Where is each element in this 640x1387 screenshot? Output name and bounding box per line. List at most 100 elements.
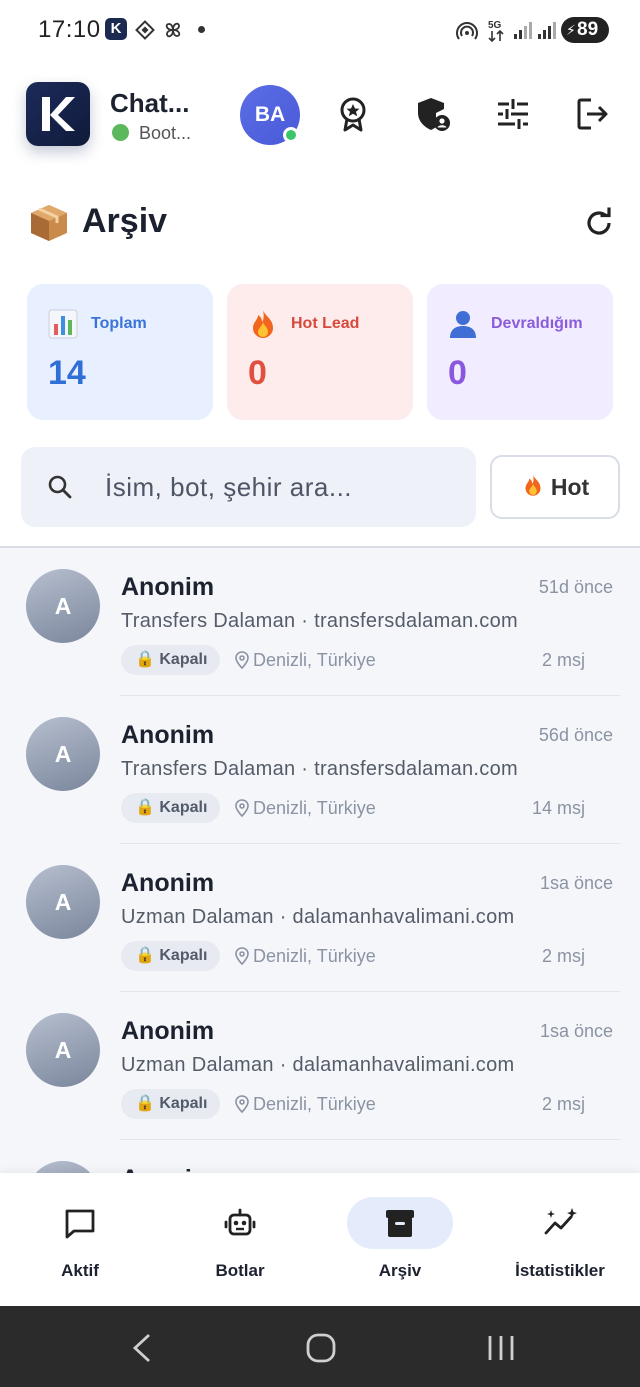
status-badge: 🔒 Kapalı	[121, 793, 221, 823]
list-item[interactable]: A Anonim 1sa önce Uzman Dalaman · dalama…	[0, 992, 640, 1140]
diamond-icon	[135, 20, 155, 40]
status-badge: 🔒 Kapalı	[121, 1089, 221, 1119]
list-item[interactable]: A Anonim 51d önce Transfers Dalaman · tr…	[0, 548, 640, 696]
stat-value: 0	[248, 354, 267, 392]
message-count: 2 msj	[541, 1094, 585, 1114]
online-status-dot	[283, 127, 299, 143]
refresh-icon	[587, 207, 611, 235]
contact-name: Anonim	[121, 1165, 214, 1173]
status-bar: 17:10 K 5G ⚡ 89	[0, 0, 640, 60]
award-badge-icon	[340, 97, 366, 132]
location: Denizli, Türkiye	[235, 946, 376, 967]
logout-icon	[577, 98, 608, 130]
bar-chart-icon	[47, 308, 79, 345]
message-count: 2 msj	[541, 946, 585, 966]
location-text: Denizli, Türkiye	[253, 1094, 376, 1114]
status-text: Kapalı	[159, 1095, 208, 1112]
message-count: 2 msj	[541, 650, 585, 670]
search-icon	[48, 475, 72, 499]
bot-selector[interactable]: Boot...	[112, 123, 191, 144]
archive-box-icon	[386, 1210, 414, 1237]
list-item[interactable]: A Anonim 56d önce Transfers Dalaman · tr…	[0, 696, 640, 844]
bot-domain: Uzman Dalaman · dalamanhavalimani.com	[121, 1054, 515, 1076]
stat-label: Hot Lead	[291, 315, 360, 332]
logout-button[interactable]	[573, 94, 613, 134]
hot-filter-button[interactable]: Hot	[490, 455, 620, 519]
avatar: A	[26, 1161, 100, 1173]
search-input[interactable]	[105, 467, 455, 507]
message-count: 14 msj	[531, 798, 585, 818]
system-navigation-bar	[0, 1306, 640, 1387]
list-item[interactable]: A Anonim 1sa önce Uzman Dalaman · dalama…	[0, 844, 640, 992]
location-text: Denizli, Türkiye	[253, 946, 376, 966]
pinwheel-icon	[165, 22, 181, 38]
refresh-button[interactable]	[582, 206, 616, 245]
nav-icon-wrap-active	[347, 1197, 453, 1249]
status-badge: 🔒 Kapalı	[121, 645, 221, 675]
avatar: A	[26, 569, 100, 643]
nav-item-istatistikler[interactable]: İstatistikler	[480, 1173, 640, 1306]
status-badge: 🔒 Kapalı	[121, 941, 221, 971]
signal-strength-icon	[514, 22, 532, 39]
back-icon[interactable]	[130, 1333, 154, 1363]
app-logo[interactable]	[26, 82, 90, 146]
nav-label: İstatistikler	[515, 1261, 605, 1280]
stat-card-hot-lead[interactable]: Hot Lead 0	[227, 284, 413, 420]
stat-card-taken-over[interactable]: Devraldığım 0	[427, 284, 613, 420]
badge-award-button[interactable]	[333, 94, 373, 134]
contact-name: Anonim	[121, 721, 215, 749]
search-box[interactable]	[21, 447, 476, 527]
nav-item-botlar[interactable]: Botlar	[160, 1173, 320, 1306]
nav-item-aktif[interactable]: Aktif	[0, 1173, 160, 1306]
nav-label: Aktif	[61, 1261, 99, 1280]
timestamp: 1sa önce	[539, 1021, 613, 1041]
user-initials: BA	[254, 103, 286, 126]
location-pin-icon	[235, 1095, 249, 1114]
avatar: A	[26, 865, 100, 939]
nav-icon-wrap	[205, 1197, 275, 1249]
nav-item-arsiv[interactable]: Arşiv	[320, 1173, 480, 1306]
nav-label: Botlar	[215, 1261, 265, 1280]
location-pin-icon	[235, 799, 249, 818]
contact-name: Anonim	[121, 869, 215, 897]
status-text: Kapalı	[159, 947, 208, 964]
lock-icon: 🔒	[135, 947, 155, 964]
bottom-nav: Aktif Botlar Arşiv İstatistikler	[0, 1173, 640, 1306]
stat-label: Toplam	[91, 315, 147, 332]
stat-card-total[interactable]: Toplam 14	[27, 284, 213, 420]
admin-shield-button[interactable]	[413, 94, 453, 134]
location-pin-icon	[235, 651, 249, 670]
home-icon[interactable]	[305, 1333, 337, 1363]
bot-domain: Transfers Dalaman · transfersdalaman.com	[121, 758, 518, 780]
battery-level: 89	[577, 19, 599, 40]
status-time: 17:10	[38, 16, 101, 43]
list-item[interactable]: A Anonim	[0, 1140, 640, 1173]
recents-icon[interactable]	[486, 1334, 516, 1362]
stat-label: Devraldığım	[491, 315, 583, 332]
page-title: Arşiv	[82, 202, 168, 240]
bot-status-label: Boot...	[139, 123, 192, 143]
contact-name: Anonim	[121, 573, 215, 601]
location-text: Denizli, Türkiye	[253, 798, 376, 818]
nav-icon-wrap	[45, 1197, 115, 1249]
filter-settings-button[interactable]	[493, 94, 533, 134]
svg-text:5G: 5G	[488, 20, 502, 31]
package-icon	[28, 202, 70, 249]
nav-label: Arşiv	[378, 1261, 422, 1280]
lock-icon: 🔒	[135, 1095, 155, 1112]
location: Denizli, Türkiye	[235, 1094, 376, 1115]
app-header: Chat... Boot... BA	[0, 60, 640, 180]
hotspot-icon	[456, 22, 478, 40]
hot-filter-label: Hot	[550, 474, 590, 500]
location-pin-icon	[235, 947, 249, 966]
avatar: A	[26, 717, 100, 791]
app-name: Chat...	[110, 88, 190, 118]
conversation-list[interactable]: A Anonim 51d önce Transfers Dalaman · tr…	[0, 548, 640, 1173]
user-avatar[interactable]: BA	[240, 85, 300, 145]
battery-indicator: ⚡ 89	[561, 17, 609, 43]
bot-domain: Transfers Dalaman · transfersdalaman.com	[121, 610, 518, 632]
page-title-row: Arşiv	[0, 196, 640, 256]
stats-sparkle-icon	[544, 1208, 577, 1235]
robot-icon	[224, 1208, 256, 1236]
user-icon	[447, 308, 479, 345]
